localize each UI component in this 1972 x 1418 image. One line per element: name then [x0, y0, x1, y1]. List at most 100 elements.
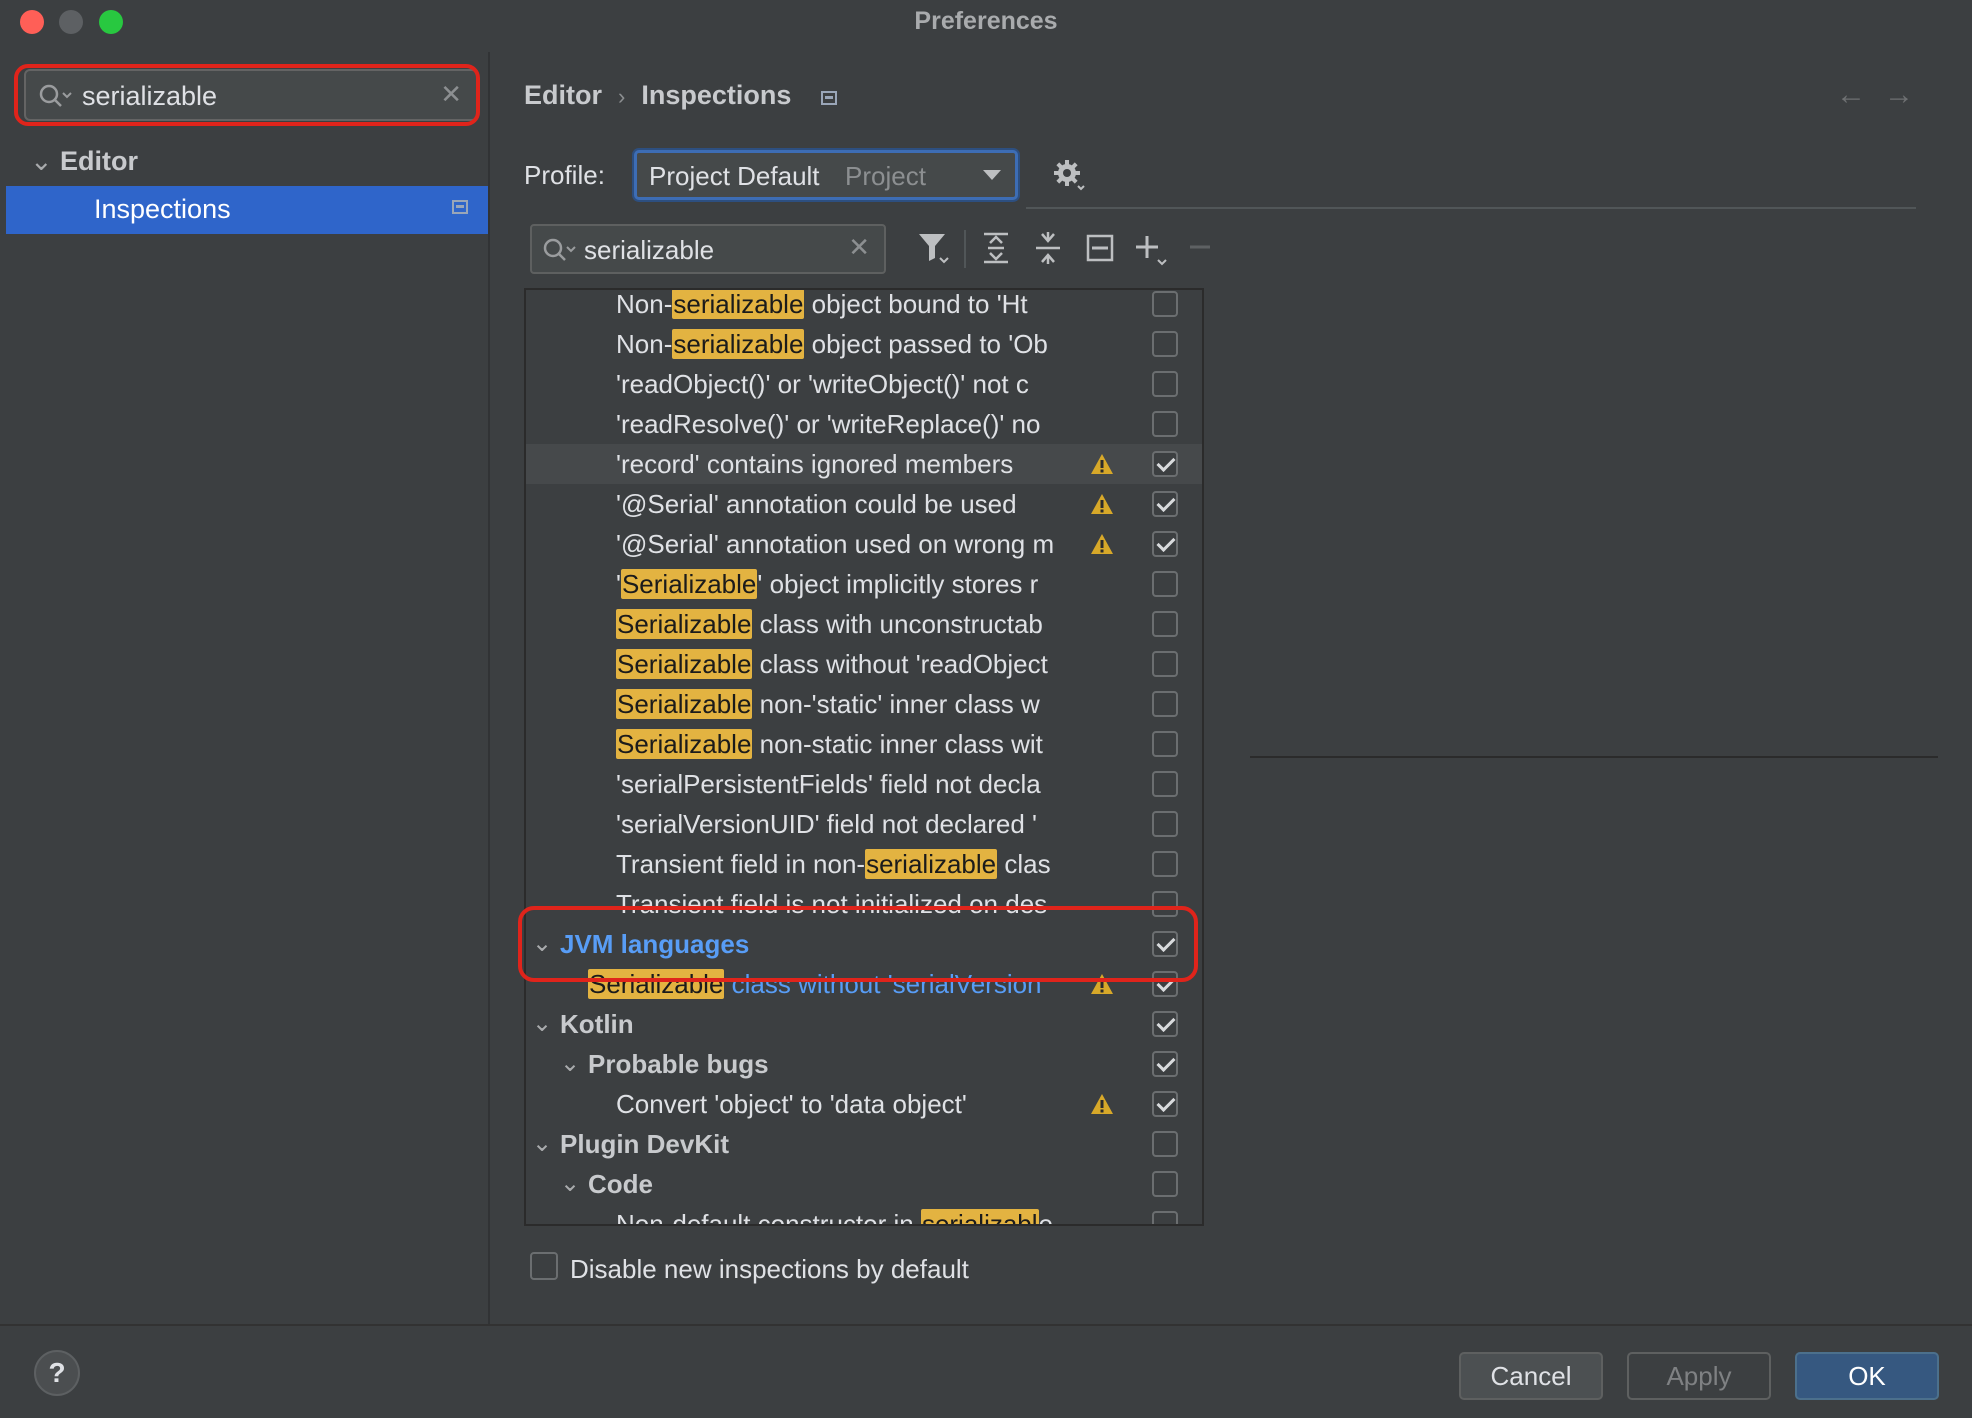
- label-text: object bound to 'Ht: [804, 289, 1028, 319]
- tree-row-label: 'serialVersionUID' field not declared ': [616, 809, 1068, 840]
- inspection-checkbox[interactable]: [1152, 651, 1178, 677]
- inspection-row[interactable]: 'readObject()' or 'writeObject()' not c: [526, 364, 1202, 404]
- add-icon[interactable]: [1132, 228, 1172, 268]
- inspection-checkbox[interactable]: [1152, 411, 1178, 437]
- inspection-row[interactable]: Non-serializable object bound to 'Ht: [526, 289, 1202, 324]
- label-text: 'serialVersionUID' field not declared ': [616, 809, 1037, 839]
- label-text: Code: [588, 1169, 653, 1199]
- inspection-row[interactable]: 'serialVersionUID' field not declared ': [526, 804, 1202, 844]
- cancel-button[interactable]: Cancel: [1459, 1352, 1603, 1400]
- inspections-panel: Editor › Inspections ←→ Profile: Project D…: [492, 52, 1972, 1324]
- tree-row-label: Probable bugs: [588, 1049, 1040, 1080]
- chevron-down-icon[interactable]: ⌄: [532, 1009, 552, 1038]
- tree-row-label: 'serialPersistentFields' field not decla: [616, 769, 1068, 800]
- divider: [1026, 207, 1916, 209]
- group-probable-bugs[interactable]: ⌄ Probable bugs: [526, 1044, 1202, 1084]
- disable-new-inspections-checkbox[interactable]: [530, 1252, 558, 1280]
- tree-row-label: Non-serializable object passed to 'Ob: [616, 329, 1068, 360]
- gear-icon[interactable]: [1052, 158, 1086, 192]
- ok-button[interactable]: OK: [1795, 1352, 1939, 1400]
- profile-dropdown[interactable]: Project Default Project: [634, 150, 1018, 200]
- search-highlight-annotation: [14, 64, 480, 126]
- inspection-checkbox[interactable]: [1152, 491, 1178, 517]
- sidebar-item-label: Inspections: [94, 194, 231, 224]
- toolbar-divider: [964, 230, 966, 268]
- inspection-row[interactable]: 'serialPersistentFields' field not decla: [526, 764, 1202, 804]
- inspection-filter-value[interactable]: serializable: [584, 235, 714, 266]
- inspection-checkbox[interactable]: [1152, 571, 1178, 597]
- group-code[interactable]: ⌄ Code: [526, 1164, 1202, 1204]
- inspection-checkbox[interactable]: [1152, 611, 1178, 637]
- label-text: 'readResolve()' or 'writeReplace()' no: [616, 409, 1041, 439]
- inspection-checkbox[interactable]: [1152, 851, 1178, 877]
- inspection-checkbox[interactable]: [1152, 731, 1178, 757]
- inspection-row[interactable]: '@Serial' annotation could be used: [526, 484, 1202, 524]
- search-match-highlight: Serializable: [620, 569, 758, 599]
- inspection-checkbox[interactable]: [1152, 371, 1178, 397]
- inspection-row[interactable]: Non-serializable object passed to 'Ob: [526, 324, 1202, 364]
- chevron-down-icon[interactable]: ⌄: [560, 1049, 580, 1078]
- inspection-row[interactable]: Serializable class with unconstructab: [526, 604, 1202, 644]
- breadcrumb-editor[interactable]: Editor: [524, 80, 602, 110]
- inspection-checkbox[interactable]: [1152, 291, 1178, 317]
- inspection-checkbox[interactable]: [1152, 451, 1178, 477]
- tree-row-label: Serializable non-static inner class wit: [616, 729, 1068, 760]
- label-text: non-'static' inner class w: [752, 689, 1040, 719]
- breadcrumb: Editor › Inspections: [524, 80, 837, 112]
- chevron-down-icon[interactable]: ⌄: [30, 146, 60, 177]
- label-text: Non-: [616, 329, 673, 359]
- clear-filter-icon[interactable]: ✕: [848, 232, 870, 263]
- tree-row-label: '@Serial' annotation could be used: [616, 489, 1068, 520]
- forward-arrow-icon[interactable]: →: [1884, 78, 1932, 111]
- inspection-checkbox[interactable]: [1152, 1211, 1178, 1224]
- inspection-row[interactable]: Non-default constructor in serializable: [526, 1204, 1202, 1224]
- inspection-row[interactable]: Serializable non-static inner class wit: [526, 724, 1202, 764]
- help-button[interactable]: ?: [34, 1350, 80, 1396]
- sidebar-group-editor[interactable]: ⌄ Editor: [30, 146, 138, 186]
- inspection-row[interactable]: 'readResolve()' or 'writeReplace()' no: [526, 404, 1202, 444]
- inspection-row[interactable]: Convert 'object' to 'data object': [526, 1084, 1202, 1124]
- label-text: Transient field in non-: [616, 849, 866, 879]
- inspection-row[interactable]: '@Serial' annotation used on wrong m: [526, 524, 1202, 564]
- disable-new-inspections-label[interactable]: Disable new inspections by default: [570, 1254, 969, 1285]
- tree-row-label: 'record' contains ignored members: [616, 449, 1068, 480]
- reset-icon[interactable]: [1082, 228, 1118, 268]
- chevron-down-icon[interactable]: ⌄: [560, 1169, 580, 1198]
- inspection-checkbox[interactable]: [1152, 531, 1178, 557]
- collapse-all-icon[interactable]: [1030, 228, 1066, 268]
- filter-icon[interactable]: [916, 228, 952, 268]
- inspection-checkbox[interactable]: [1152, 1091, 1178, 1117]
- warning-icon: [1091, 494, 1113, 514]
- inspection-checkbox[interactable]: [1152, 691, 1178, 717]
- inspection-checkbox[interactable]: [1152, 1051, 1178, 1077]
- expand-all-icon[interactable]: [978, 228, 1014, 268]
- inspection-row[interactable]: 'record' contains ignored members: [526, 444, 1202, 484]
- inspection-checkbox[interactable]: [1152, 1131, 1178, 1157]
- inspection-checkbox[interactable]: [1152, 1171, 1178, 1197]
- sidebar-item-inspections[interactable]: Inspections: [6, 186, 488, 234]
- inspection-filter-input[interactable]: serializable ✕: [530, 224, 886, 274]
- apply-button[interactable]: Apply: [1627, 1352, 1771, 1400]
- tree-row-label: Non-serializable object bound to 'Ht: [616, 289, 1068, 320]
- profile-label: Profile:: [524, 160, 605, 190]
- label-text: class with unconstructab: [752, 609, 1043, 639]
- tree-row-label: Plugin DevKit: [560, 1129, 1012, 1160]
- inspection-checkbox[interactable]: [1152, 771, 1178, 797]
- label-text: Probable bugs: [588, 1049, 769, 1079]
- inspection-checkbox[interactable]: [1152, 1011, 1178, 1037]
- inspection-checkbox[interactable]: [1152, 811, 1178, 837]
- inspection-row[interactable]: 'Serializable' object implicitly stores …: [526, 564, 1202, 604]
- inspection-row[interactable]: Transient field in non-serializable clas: [526, 844, 1202, 884]
- remove-icon[interactable]: [1184, 228, 1216, 268]
- search-match-highlight: Serializable: [616, 729, 753, 759]
- inspection-row[interactable]: Serializable non-'static' inner class w: [526, 684, 1202, 724]
- tree-row-label: 'readResolve()' or 'writeReplace()' no: [616, 409, 1068, 440]
- group-plugin-devkit[interactable]: ⌄ Plugin DevKit: [526, 1124, 1202, 1164]
- label-text: '@Serial' annotation could be used: [616, 489, 1017, 519]
- inspection-checkbox[interactable]: [1152, 331, 1178, 357]
- inspection-row[interactable]: Serializable class without 'readObject: [526, 644, 1202, 684]
- group-kotlin[interactable]: ⌄ Kotlin: [526, 1004, 1202, 1044]
- back-arrow-icon[interactable]: ←: [1836, 78, 1884, 111]
- chevron-down-icon[interactable]: ⌄: [532, 1129, 552, 1158]
- label-text: non-static inner class wit: [752, 729, 1043, 759]
